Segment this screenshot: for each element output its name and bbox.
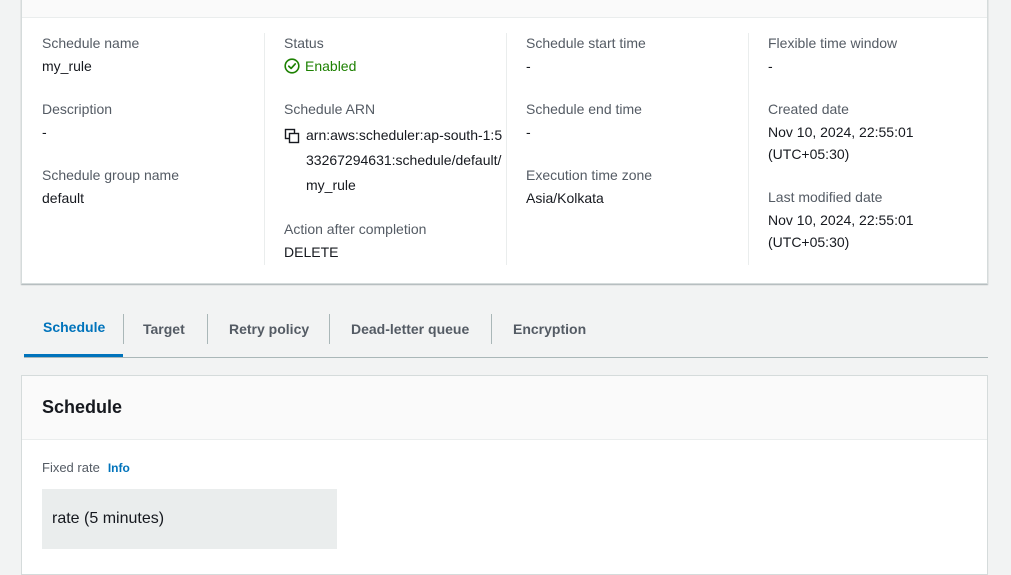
created-date-value: Nov 10, 2024, 22:55:01 (UTC+05:30) xyxy=(768,124,914,162)
flexible-time-window-value: - xyxy=(768,58,773,74)
last-modified-date-value: Nov 10, 2024, 22:55:01 (UTC+05:30) xyxy=(768,212,914,250)
action-after-completion-field: Action after completion DELETE xyxy=(284,221,426,263)
schedule-start-time-label: Schedule start time xyxy=(526,35,646,51)
schedule-arn-row: arn:aws:scheduler:ap-south-1:53326729463… xyxy=(284,123,506,198)
created-date-field: Created date Nov 10, 2024, 22:55:01 (UTC… xyxy=(768,101,928,165)
execution-time-zone-value: Asia/Kolkata xyxy=(526,190,604,206)
schedule-name-value: my_rule xyxy=(42,58,92,74)
last-modified-date-label: Last modified date xyxy=(768,189,883,205)
schedule-end-time-field: Schedule end time - xyxy=(526,101,642,143)
schedule-start-time-value: - xyxy=(526,58,531,74)
check-circle-icon xyxy=(284,58,300,74)
created-date-label: Created date xyxy=(768,101,849,117)
status-field: Status Enabled xyxy=(284,35,356,77)
fixed-rate-label-row: Fixed rate Info xyxy=(42,460,130,475)
schedule-arn-label: Schedule ARN xyxy=(284,101,376,117)
detail-tabs: Schedule Target Retry policy Dead-letter… xyxy=(24,300,988,358)
status-value: Enabled xyxy=(305,58,357,74)
status-label: Status xyxy=(284,35,324,51)
tab-dead-letter-queue[interactable]: Dead-letter queue xyxy=(332,300,488,357)
tab-encryption[interactable]: Encryption xyxy=(494,300,605,357)
fixed-rate-value: rate (5 minutes) xyxy=(42,489,337,549)
schedule-name-label: Schedule name xyxy=(42,35,140,51)
card-header-strip xyxy=(22,0,987,18)
schedule-group-name-value: default xyxy=(42,190,85,206)
schedule-start-time-field: Schedule start time - xyxy=(526,35,646,77)
fixed-rate-label: Fixed rate xyxy=(42,460,100,475)
action-after-completion-value: DELETE xyxy=(284,244,339,260)
schedule-panel: Schedule Fixed rate Info rate (5 minutes… xyxy=(21,375,988,575)
column-divider xyxy=(748,33,749,265)
schedule-arn-value: arn:aws:scheduler:ap-south-1:53326729463… xyxy=(306,127,503,193)
column-divider xyxy=(264,33,265,265)
status-badge: Enabled xyxy=(284,55,356,77)
schedule-details-card: Schedule name my_rule Description - Sche… xyxy=(21,0,988,284)
schedule-panel-title: Schedule xyxy=(22,376,987,440)
last-modified-date-field: Last modified date Nov 10, 2024, 22:55:0… xyxy=(768,189,928,253)
tab-schedule[interactable]: Schedule xyxy=(24,300,123,357)
flexible-time-window-label: Flexible time window xyxy=(768,35,898,51)
column-divider xyxy=(506,33,507,265)
schedule-group-name-label: Schedule group name xyxy=(42,167,179,183)
schedule-name-field: Schedule name my_rule xyxy=(42,35,139,77)
info-link[interactable]: Info xyxy=(108,461,130,475)
description-value: - xyxy=(42,124,47,140)
execution-time-zone-field: Execution time zone Asia/Kolkata xyxy=(526,167,652,209)
schedule-arn-field: Schedule ARN arn:aws:scheduler:ap-south-… xyxy=(284,101,506,198)
schedule-end-time-value: - xyxy=(526,124,531,140)
copy-icon[interactable] xyxy=(284,128,300,144)
description-field: Description - xyxy=(42,101,112,143)
tab-separator xyxy=(329,314,330,344)
tab-target[interactable]: Target xyxy=(124,300,204,357)
schedule-end-time-label: Schedule end time xyxy=(526,101,642,117)
tab-retry-policy[interactable]: Retry policy xyxy=(210,300,328,357)
schedule-group-name-field: Schedule group name default xyxy=(42,167,179,209)
action-after-completion-label: Action after completion xyxy=(284,221,427,237)
tab-separator xyxy=(491,314,492,344)
flexible-time-window-field: Flexible time window - xyxy=(768,35,897,77)
tab-separator xyxy=(207,314,208,344)
description-label: Description xyxy=(42,101,113,117)
execution-time-zone-label: Execution time zone xyxy=(526,167,653,183)
